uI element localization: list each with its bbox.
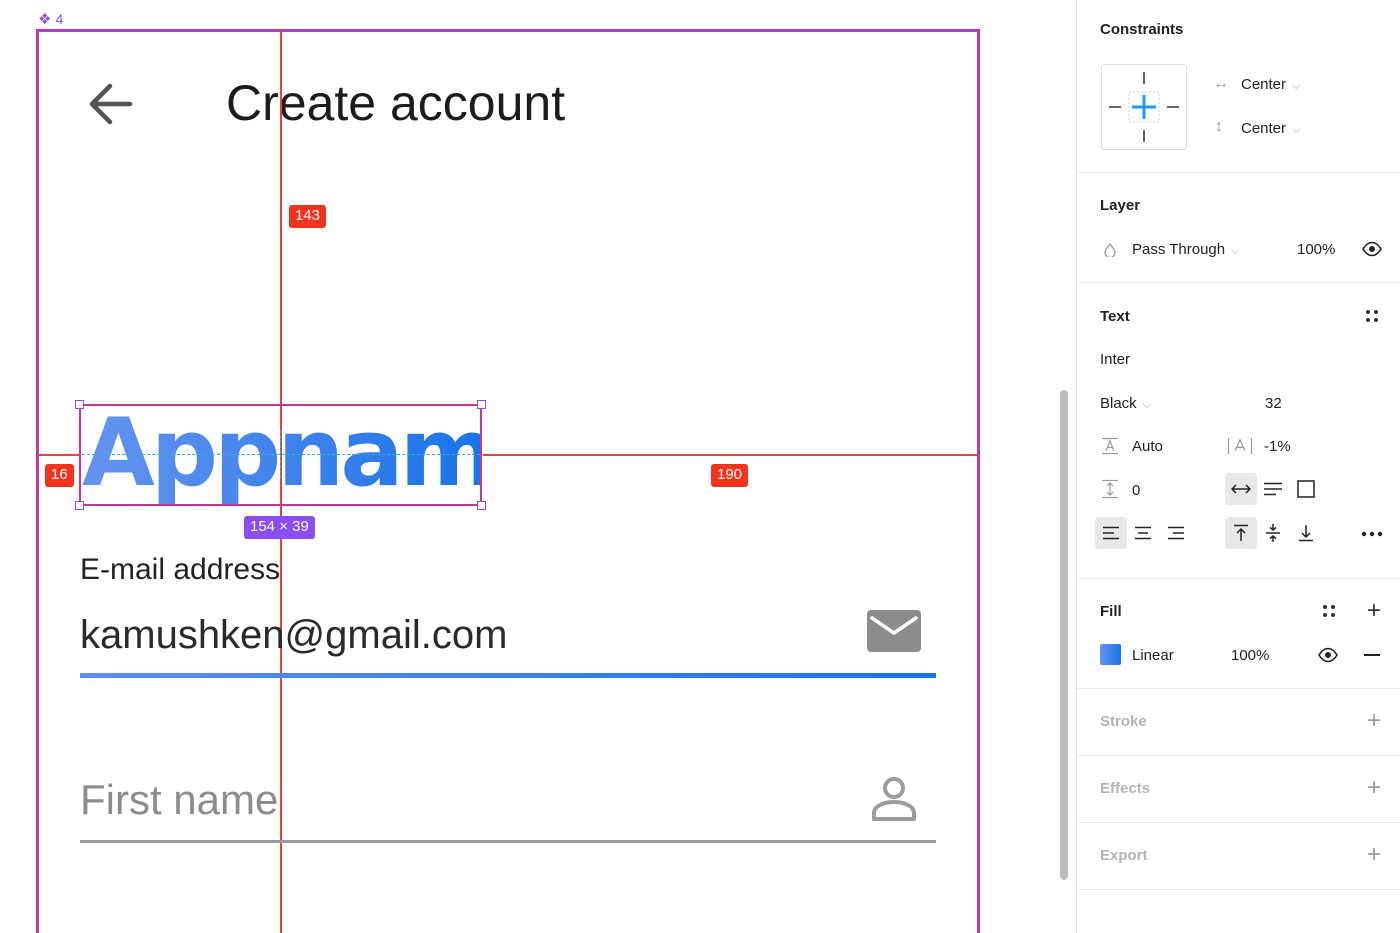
align-right-button[interactable]	[1160, 517, 1192, 549]
auto-width-icon	[1231, 484, 1251, 494]
align-top-button[interactable]	[1225, 517, 1257, 549]
page-title: Create account	[226, 75, 566, 131]
auto-height-button[interactable]	[1257, 473, 1289, 505]
chevron-down-icon: ⌵	[1292, 124, 1301, 136]
fixed-size-icon	[1297, 480, 1315, 498]
layer-opacity-input[interactable]: 100%	[1297, 241, 1335, 258]
more-options-icon[interactable]	[1361, 531, 1383, 537]
chevron-down-icon: ⌵	[1231, 245, 1240, 257]
align-left-button[interactable]	[1095, 517, 1127, 549]
blend-mode-select[interactable]: Pass Through ⌵	[1132, 241, 1239, 258]
person-icon	[872, 777, 916, 821]
paragraph-spacing-icon	[1102, 479, 1118, 499]
line-height-input[interactable]: Auto	[1132, 438, 1163, 455]
align-middle-icon	[1266, 524, 1280, 542]
frame-label-text: 4	[55, 11, 64, 27]
fill-type-label[interactable]: Linear	[1132, 647, 1174, 664]
dimension-badge: 154 × 39	[244, 516, 315, 539]
add-stroke-icon[interactable]: +	[1367, 709, 1381, 733]
email-field[interactable]: kamushken@gmail.com	[80, 613, 507, 658]
back-arrow-icon[interactable]	[86, 80, 136, 128]
constraints-title: Constraints	[1100, 21, 1184, 38]
align-middle-button[interactable]	[1257, 517, 1289, 549]
vertical-constraint-select[interactable]: Center ⌵	[1241, 120, 1300, 137]
blend-mode-value: Pass Through	[1132, 241, 1226, 258]
constraints-section: Constraints ↔ Center ⌵ ↕ Center ⌵	[1077, 0, 1400, 173]
align-bottom-button[interactable]	[1290, 517, 1322, 549]
resize-handle-bottom-left[interactable]	[75, 501, 84, 510]
email-underline	[80, 673, 936, 678]
fixed-size-button[interactable]	[1290, 473, 1322, 505]
fill-section: Fill + Linear 100%	[1077, 579, 1400, 689]
horizontal-arrow-icon: ↔	[1213, 75, 1229, 92]
measure-line-right	[483, 454, 978, 456]
resize-handle-bottom-right[interactable]	[477, 501, 486, 510]
export-section: Export +	[1077, 823, 1400, 890]
fill-opacity-input[interactable]: 100%	[1231, 647, 1269, 664]
layer-section: Layer Pass Through ⌵ 100%	[1077, 173, 1400, 283]
layer-title: Layer	[1100, 197, 1141, 214]
component-icon: ❖	[38, 11, 52, 28]
line-height-icon	[1102, 437, 1118, 455]
text-section: Text Inter Black ⌵ 32 Auto -1% 0	[1077, 283, 1400, 579]
add-export-icon[interactable]: +	[1367, 843, 1381, 867]
auto-height-icon	[1264, 482, 1282, 496]
fill-swatch[interactable]	[1100, 644, 1121, 665]
chevron-down-icon: ⌵	[1142, 399, 1152, 411]
fill-title: Fill	[1100, 603, 1122, 620]
chevron-down-icon: ⌵	[1292, 80, 1301, 92]
stroke-section: Stroke +	[1077, 689, 1400, 756]
first-name-field[interactable]: First name	[80, 776, 278, 824]
eye-icon[interactable]	[1318, 647, 1338, 663]
auto-width-button[interactable]	[1225, 473, 1257, 505]
stroke-title: Stroke	[1100, 713, 1147, 730]
vertical-arrow-icon: ↕	[1215, 118, 1223, 135]
constraints-widget[interactable]	[1101, 64, 1187, 150]
font-family-select[interactable]: Inter	[1100, 351, 1130, 368]
paragraph-spacing-input[interactable]: 0	[1132, 482, 1140, 499]
effects-section: Effects +	[1077, 756, 1400, 823]
font-size-input[interactable]: 32	[1265, 395, 1282, 412]
add-effect-icon[interactable]: +	[1367, 776, 1381, 800]
design-canvas[interactable]: ❖ 4 Create account 143 16 190 Appname 15…	[0, 0, 1076, 933]
text-title: Text	[1100, 308, 1130, 325]
horizontal-constraint-value: Center	[1241, 76, 1287, 93]
eye-icon[interactable]	[1362, 241, 1382, 257]
remove-fill-icon[interactable]	[1364, 654, 1380, 656]
align-bottom-icon	[1299, 525, 1313, 542]
font-weight-value: Black	[1100, 395, 1137, 412]
add-fill-icon[interactable]: +	[1367, 599, 1381, 623]
measure-line-left	[38, 454, 80, 456]
vertical-constraint-value: Center	[1241, 120, 1287, 137]
export-title: Export	[1100, 847, 1148, 864]
align-left-icon	[1103, 526, 1119, 540]
effects-title: Effects	[1100, 780, 1151, 797]
horizontal-constraint-select[interactable]: Center ⌵	[1241, 76, 1300, 93]
resize-handle-top-left[interactable]	[75, 400, 84, 409]
first-name-underline	[80, 840, 936, 843]
canvas-scrollbar[interactable]	[1060, 390, 1068, 880]
resize-handle-top-right[interactable]	[477, 400, 486, 409]
measure-badge-left: 16	[45, 464, 74, 487]
text-styles-icon[interactable]	[1365, 309, 1379, 323]
email-label: E-mail address	[80, 553, 281, 586]
measure-badge-right: 190	[711, 464, 749, 487]
frame-label[interactable]: ❖ 4	[38, 10, 63, 28]
fill-styles-icon[interactable]	[1322, 604, 1336, 618]
align-right-icon	[1168, 526, 1184, 540]
align-top-icon	[1234, 524, 1248, 541]
font-weight-select[interactable]: Black ⌵	[1100, 395, 1151, 412]
letter-spacing-icon	[1227, 438, 1253, 454]
measure-badge-top: 143	[289, 205, 327, 228]
properties-panel: Constraints ↔ Center ⌵ ↕ Center ⌵ Layer Pa…	[1076, 0, 1400, 933]
blend-mode-icon	[1104, 243, 1116, 257]
selection-box[interactable]	[79, 404, 482, 506]
mail-icon	[867, 610, 921, 652]
align-center-icon	[1135, 526, 1151, 540]
letter-spacing-input[interactable]: -1%	[1264, 438, 1291, 455]
align-center-button[interactable]	[1127, 517, 1159, 549]
